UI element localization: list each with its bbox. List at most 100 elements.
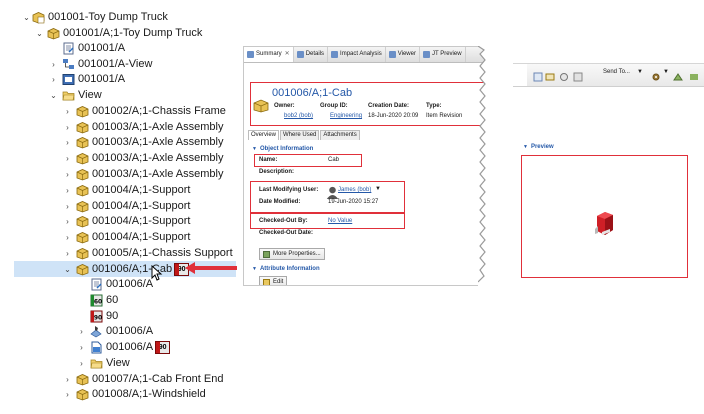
toolbar-icon[interactable]	[673, 69, 683, 81]
tree-node[interactable]: › 001003/A;1-Axle Assembly	[62, 134, 223, 150]
details-icon	[296, 51, 304, 58]
tree-node[interactable]: › 001006/A	[76, 323, 153, 339]
send-to-menu[interactable]: Send To...	[603, 69, 630, 75]
more-properties-button[interactable]: More Properties...	[259, 248, 325, 260]
chevron-down-icon[interactable]: ⌄	[48, 90, 59, 101]
toolbar-icon[interactable]	[545, 69, 555, 81]
tree-node-label: 001001/A	[78, 42, 126, 54]
group-link[interactable]: Engineering	[330, 113, 362, 119]
form-icon	[90, 278, 103, 291]
object-info-section[interactable]: ▼ Object Information	[252, 146, 313, 152]
chevron-right-icon[interactable]: ›	[62, 201, 73, 212]
toolbar-icon[interactable]	[573, 69, 583, 82]
cab-3d-model[interactable]	[594, 209, 616, 237]
tab-where-used[interactable]: Where Used	[280, 130, 320, 140]
date-modified-value: 19-Jun-2020 15:27	[328, 199, 379, 205]
tree-node[interactable]: › 001002/A;1-Chassis Frame	[62, 103, 226, 119]
chevron-right-icon[interactable]: ›	[62, 153, 73, 164]
tree-node[interactable]: › 001003/A;1-Axle Assembly	[62, 150, 223, 166]
chevron-right-icon[interactable]: ›	[76, 358, 87, 369]
tree-node[interactable]: › 001003/A;1-Axle Assembly	[62, 166, 223, 182]
tree-node[interactable]: › 001003/A;1-Axle Assembly	[62, 119, 223, 135]
gear-icon[interactable]	[651, 69, 661, 81]
chevron-right-icon[interactable]: ›	[76, 326, 87, 337]
tree-node-label: 001003/A;1-Axle Assembly	[92, 136, 224, 148]
revision-icon	[76, 184, 89, 197]
tab-jt-preview[interactable]: JT Preview	[420, 47, 466, 62]
chevron-right-icon[interactable]: ›	[62, 106, 73, 117]
tree-node[interactable]: ⌄ 001001-Toy Dump Truck	[21, 9, 168, 25]
tree-node[interactable]: › 001007/A;1-Cab Front End	[62, 371, 223, 387]
tree-node[interactable]: 001006/A	[90, 276, 153, 292]
chevron-down-icon[interactable]: ⌄	[62, 264, 73, 275]
dropdown-arrow-icon[interactable]: ▼	[375, 186, 381, 192]
tab-attachments[interactable]: Attachments	[320, 130, 360, 140]
chevron-right-icon[interactable]: ›	[62, 137, 73, 148]
chevron-right-icon[interactable]: ›	[62, 232, 73, 243]
tree-node-label: View	[106, 357, 130, 369]
tree-node[interactable]: › 001001/A	[48, 71, 125, 87]
tree-node-label: 001006/A	[106, 278, 154, 290]
item-title: 001006/A;1-Cab	[272, 87, 353, 99]
tree-node[interactable]: › 001004/A;1-Support	[62, 198, 190, 214]
tree-node[interactable]: › 001005/A;1-Chassis Support	[62, 245, 233, 261]
summary-subtabs: Overview Where Used Attachments	[248, 130, 361, 140]
impact-icon	[331, 51, 339, 58]
chevron-right-icon[interactable]: ›	[48, 59, 59, 70]
chevron-right-icon[interactable]: ›	[62, 216, 73, 227]
dropdown-arrow-icon[interactable]: ▼	[637, 69, 643, 75]
tree-node-label: 001004/A;1-Support	[92, 215, 191, 227]
tree-node[interactable]: › View	[76, 355, 130, 371]
preview-section[interactable]: ▼ Preview	[523, 144, 554, 150]
tree-node-label: 001001/A	[78, 73, 126, 85]
model-icon	[90, 325, 103, 338]
toolbar-icon[interactable]	[689, 69, 699, 80]
tree-node[interactable]: 90 90	[90, 308, 118, 324]
chevron-right-icon[interactable]: ›	[76, 342, 87, 353]
tree-node-label: 001003/A;1-Axle Assembly	[92, 168, 224, 180]
chevron-right-icon[interactable]: ›	[62, 248, 73, 259]
tree-node-label: 90	[106, 310, 119, 322]
tab-overview[interactable]: Overview	[248, 130, 280, 140]
chevron-down-icon[interactable]: ⌄	[21, 12, 32, 23]
chevron-right-icon[interactable]: ›	[62, 374, 73, 385]
tree-node[interactable]: › 001006/A 90	[76, 339, 171, 355]
status-90-badge: 90	[155, 340, 171, 354]
tab-summary[interactable]: Summary ✕	[244, 47, 294, 62]
tab-impact-analysis[interactable]: Impact Analysis	[328, 47, 386, 62]
tree-node-label: 001008/A;1-Windshield	[92, 388, 206, 400]
tree-node[interactable]: › 001004/A;1-Support	[62, 182, 190, 198]
toolbar-icon[interactable]	[533, 69, 543, 82]
chevron-right-icon[interactable]: ›	[62, 122, 73, 133]
chevron-right-icon[interactable]: ›	[62, 185, 73, 196]
tree-node[interactable]: 60 60	[90, 292, 118, 308]
checked-out-by-value[interactable]: No Value	[328, 218, 352, 224]
tree-node-label: 001004/A;1-Support	[92, 184, 191, 196]
tree-node[interactable]: › 001008/A;1-Windshield	[62, 386, 206, 402]
last-modifying-user-label: Last Modifying User:	[259, 187, 319, 193]
attribute-info-section[interactable]: ▼ Attribute Information	[252, 266, 320, 272]
chevron-down-icon[interactable]: ⌄	[34, 28, 45, 39]
tab-details[interactable]: Details	[294, 47, 329, 62]
owner-link[interactable]: bob2 (bob)	[284, 113, 313, 119]
tree-node[interactable]: › 001001/A-View	[48, 56, 152, 72]
tree-node[interactable]: › 001004/A;1-Support	[62, 229, 190, 245]
tree-node[interactable]: ⌄ 001001/A;1-Toy Dump Truck	[34, 25, 202, 41]
tree-node[interactable]: › 001004/A;1-Support	[62, 213, 190, 229]
tree-node[interactable]: 001001/A	[62, 40, 125, 56]
chevron-right-icon[interactable]: ›	[62, 169, 73, 180]
edit-button[interactable]: Edit	[259, 276, 288, 285]
tree-node[interactable]: ⌄ View	[48, 87, 102, 103]
viewer-icon	[388, 51, 396, 58]
toolbar-icon[interactable]	[559, 69, 569, 81]
document-icon	[90, 341, 103, 354]
tab-viewer[interactable]: Viewer	[386, 47, 420, 62]
revision-icon	[76, 121, 89, 134]
structure-tree: ⌄ 001001-Toy Dump Truck ⌄ 001001/A;1-Toy Du…	[0, 0, 245, 414]
dropdown-arrow-icon[interactable]: ▼	[663, 69, 669, 75]
chevron-right-icon[interactable]: ›	[62, 389, 73, 400]
date-modified-label: Date Modified:	[259, 199, 301, 205]
chevron-right-icon[interactable]: ›	[48, 74, 59, 85]
close-icon[interactable]: ✕	[285, 47, 290, 62]
last-modifying-user-link[interactable]: James (bob)	[338, 187, 371, 193]
